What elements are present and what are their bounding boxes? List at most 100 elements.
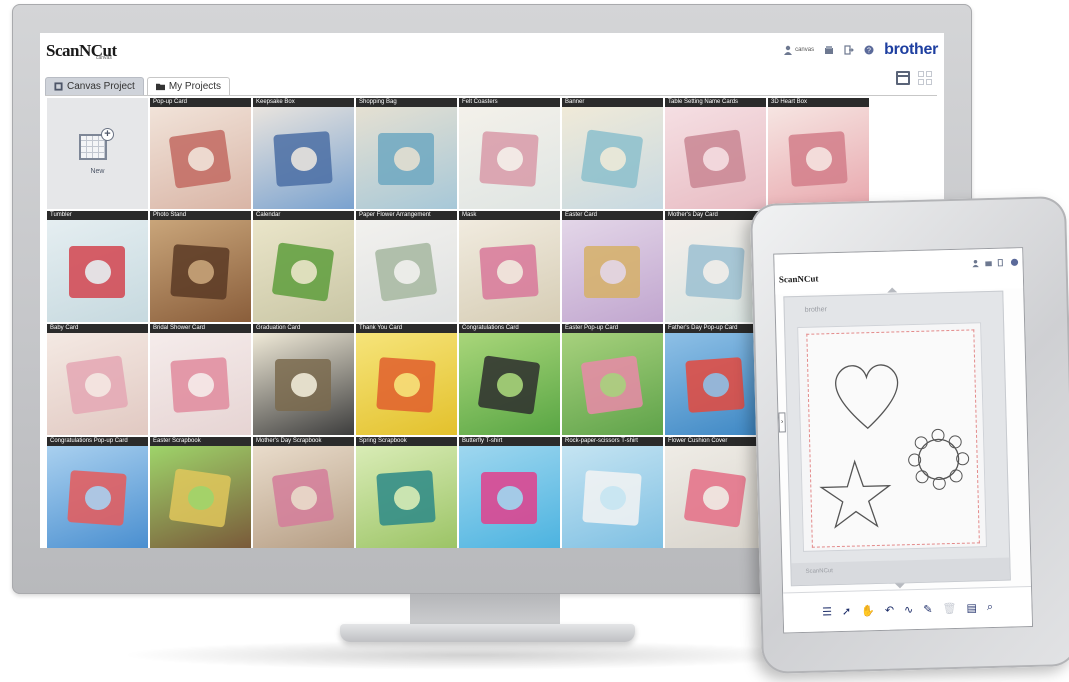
project-card[interactable]: Mother's Day Scrapbook [253, 437, 354, 548]
help-icon[interactable] [1010, 258, 1019, 266]
project-title: Mother's Day Card [665, 211, 766, 220]
project-thumbnail [665, 333, 766, 435]
project-title: Rock-paper-scissors T-shirt [562, 437, 663, 446]
user-account-button[interactable]: canvas [783, 45, 814, 55]
thumbnail-detail [394, 486, 420, 510]
project-card[interactable]: Graduation Card [253, 324, 354, 435]
project-card[interactable]: Tumbler [47, 211, 148, 322]
project-card[interactable]: Calendar [253, 211, 354, 322]
project-card[interactable]: Baby Card [47, 324, 148, 435]
thumbnail-detail [703, 147, 729, 171]
thumbnail-detail [497, 373, 523, 397]
project-title: Tumbler [47, 211, 148, 220]
select-arrow-icon[interactable]: ➚ [842, 605, 852, 618]
scroll-up-icon[interactable] [887, 287, 898, 293]
logout-icon[interactable] [844, 45, 854, 55]
cut-area[interactable] [806, 329, 980, 548]
project-thumbnail [150, 220, 251, 322]
user-icon[interactable] [971, 259, 979, 268]
project-thumbnail [47, 333, 148, 435]
project-card[interactable]: Photo Stand [150, 211, 251, 322]
project-title: Pop-up Card [150, 98, 251, 107]
thumbnail-detail [497, 260, 523, 284]
trash-icon[interactable]: 🗑 [942, 602, 956, 615]
project-thumbnail [356, 333, 457, 435]
project-card[interactable]: Thank You Card [356, 324, 457, 435]
project-card[interactable]: Mask [459, 211, 560, 322]
projects-grid: + New Pop-up Card Keepsake Box Shopping Ba… [47, 98, 869, 548]
project-title: Easter Card [562, 211, 663, 220]
project-card[interactable]: Paper Flower Arrangement [356, 211, 457, 322]
project-card[interactable]: Felt Coasters [459, 98, 560, 209]
project-thumbnail [562, 446, 663, 548]
project-card[interactable]: Flower Cushion Cover [665, 437, 766, 548]
project-card[interactable]: Father's Day Pop-up Card [665, 324, 766, 435]
tab-label: My Projects [168, 81, 222, 92]
thumbnail-detail [806, 147, 832, 171]
project-card[interactable]: 3D Heart Box [768, 98, 869, 209]
project-thumbnail [562, 107, 663, 209]
list-view-icon[interactable] [896, 71, 910, 85]
project-title: Flower Cushion Cover [665, 437, 766, 446]
user-icon [784, 45, 793, 55]
tablet-header-tools [971, 258, 1019, 268]
project-card[interactable]: Rock-paper-scissors T-shirt [562, 437, 663, 548]
project-card[interactable]: Bridal Shower Card [150, 324, 251, 435]
project-card[interactable]: Shopping Bag [356, 98, 457, 209]
tablet-header: ScanNCut [774, 248, 1024, 295]
thumbnail-detail [394, 147, 420, 171]
star-shape[interactable] [819, 459, 892, 529]
tab-canvas-project[interactable]: Canvas Project [45, 77, 144, 95]
tab-my-projects[interactable]: My Projects [146, 77, 231, 95]
side-panel-handle[interactable]: › [778, 412, 786, 433]
hand-icon[interactable]: ✋ [861, 604, 875, 617]
thumbnail-detail [291, 486, 317, 510]
project-title: Table Setting Name Cards [665, 98, 766, 107]
project-card[interactable]: Banner [562, 98, 663, 209]
project-card[interactable]: Table Setting Name Cards [665, 98, 766, 209]
project-card[interactable]: Congratulations Pop-up Card [47, 437, 148, 548]
project-card[interactable]: Spring Scrapbook [356, 437, 457, 548]
project-title: 3D Heart Box [768, 98, 869, 107]
header-tools: canvas ? brother [783, 41, 938, 59]
thumbnail-detail [291, 373, 317, 397]
layers-icon[interactable]: ▤ [966, 601, 977, 614]
logout-icon[interactable] [997, 258, 1005, 267]
tablet-logo: ScanNCut [778, 273, 819, 285]
pen-icon[interactable]: ✎ [923, 603, 933, 616]
project-card[interactable]: Congratulations Card [459, 324, 560, 435]
thumbnail-detail [600, 147, 626, 171]
menu-icon[interactable]: ☰ [822, 605, 832, 618]
thumbnail-detail [600, 373, 626, 397]
project-card[interactable]: Easter Pop-up Card [562, 324, 663, 435]
project-card[interactable]: Pop-up Card [150, 98, 251, 209]
project-title: Thank You Card [356, 324, 457, 333]
thumbnail-detail [85, 486, 111, 510]
project-card[interactable]: Butterfly T-shirt [459, 437, 560, 548]
project-card[interactable]: Easter Card [562, 211, 663, 322]
project-card[interactable]: Easter Scrapbook [150, 437, 251, 548]
help-icon[interactable]: ? [864, 45, 874, 55]
scalloped-circle-shape[interactable] [908, 428, 970, 491]
new-project-tile[interactable]: + New [47, 98, 148, 209]
save-icon[interactable] [984, 259, 992, 267]
heart-shape[interactable] [835, 364, 899, 430]
undo-icon[interactable]: ↶ [885, 604, 895, 617]
project-card[interactable]: Keepsake Box [253, 98, 354, 209]
project-thumbnail [150, 446, 251, 548]
project-thumbnail [562, 333, 663, 435]
scene: ScanNCut canvas canvas ? brother Canvas … [0, 0, 1069, 682]
project-thumbnail [47, 446, 148, 548]
zoom-icon[interactable]: ⌕ [987, 601, 994, 614]
project-thumbnail [356, 107, 457, 209]
path-icon[interactable]: ∿ [904, 603, 914, 616]
project-title: Shopping Bag [356, 98, 457, 107]
thumbnail-detail [394, 260, 420, 284]
grid-view-icon[interactable] [918, 71, 932, 85]
tablet-device: ScanNCut › brother ScanNCut ☰ ➚ ✋ ↶ ∿ ✎ … [749, 195, 1069, 675]
thumbnail-detail [600, 260, 626, 284]
scroll-down-icon[interactable] [894, 583, 906, 589]
mat-brand: brother [804, 306, 827, 314]
project-thumbnail [150, 333, 251, 435]
save-icon[interactable] [824, 45, 834, 55]
